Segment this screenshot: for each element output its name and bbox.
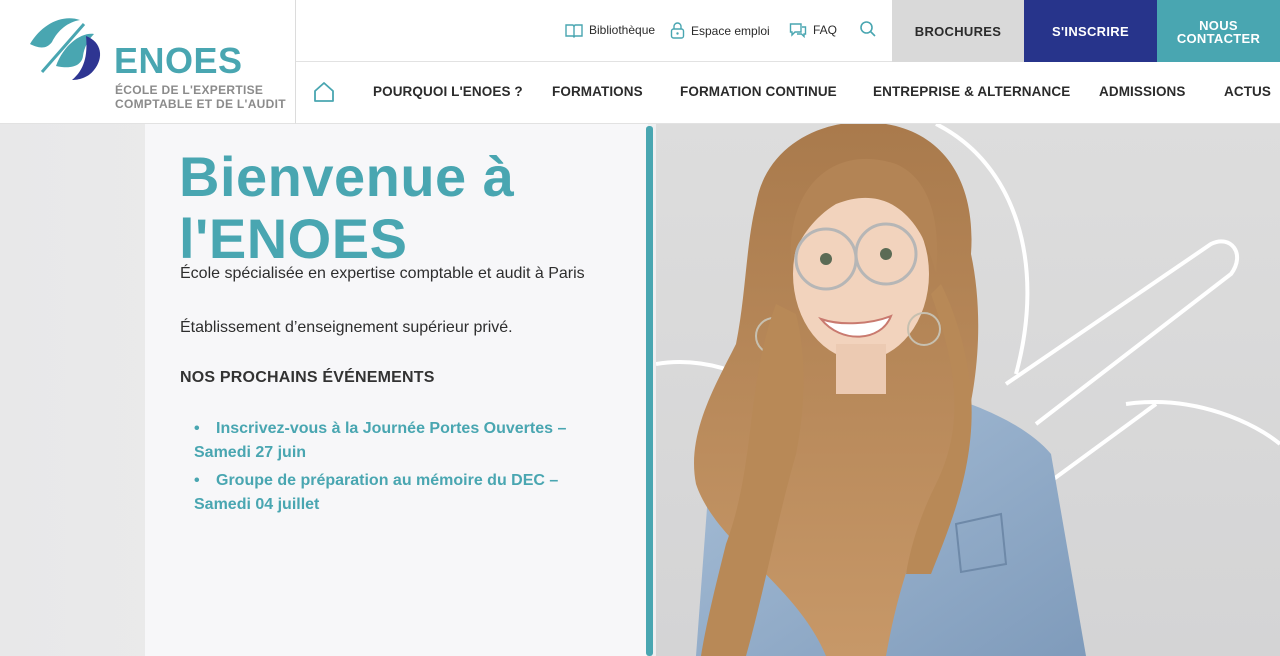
utility-bar: Bibliothèque Espace emploi FAQ BROCHURES… bbox=[296, 0, 1280, 62]
bullet-icon: • bbox=[194, 420, 200, 437]
sinscrire-button[interactable]: S'INSCRIRE bbox=[1024, 0, 1157, 62]
enoes-logo-mark bbox=[30, 18, 101, 80]
nav-actus[interactable]: ACTUS bbox=[1224, 84, 1271, 99]
event-link-portes-ouvertes[interactable]: • Inscrivez-vous à la Journée Portes Ouve… bbox=[194, 417, 604, 464]
hero-description: Établissement d’enseignement supérieur p… bbox=[180, 319, 513, 336]
chat-icon bbox=[789, 23, 807, 38]
logo-area[interactable]: ENOES ÉCOLE DE L'EXPERTISE COMPTABLE ET … bbox=[0, 0, 296, 124]
nav-formation-continue[interactable]: FORMATION CONTINUE bbox=[680, 84, 837, 99]
nav-entreprise-alternance[interactable]: ENTREPRISE & ALTERNANCE bbox=[873, 84, 1070, 99]
bullet-icon: • bbox=[194, 472, 200, 489]
student-portrait-image bbox=[656, 124, 1280, 656]
bibliotheque-label: Bibliothèque bbox=[589, 23, 656, 37]
nav-admissions[interactable]: ADMISSIONS bbox=[1099, 84, 1186, 99]
contact-button[interactable]: NOUS CONTACTER bbox=[1157, 0, 1280, 62]
contact-label-line2: CONTACTER bbox=[1176, 31, 1261, 46]
hero-subtitle: École spécialisée en expertise comptable… bbox=[180, 265, 585, 282]
events-list: • Inscrivez-vous à la Journée Portes Ouve… bbox=[194, 417, 604, 521]
hero-title: Bienvenue à l'ENOES bbox=[179, 145, 515, 270]
bibliotheque-link[interactable]: Bibliothèque bbox=[565, 22, 655, 38]
faq-link[interactable]: FAQ bbox=[789, 22, 837, 38]
main-nav: POURQUOI L'ENOES ? FORMATIONS FORMATION … bbox=[296, 62, 1280, 124]
lock-icon bbox=[670, 22, 685, 39]
home-icon bbox=[314, 82, 334, 102]
brand-tagline: ÉCOLE DE L'EXPERTISE COMPTABLE ET DE L'A… bbox=[115, 83, 286, 111]
espace-emploi-label: Espace emploi bbox=[691, 23, 770, 38]
search-button[interactable] bbox=[859, 20, 877, 43]
nav-formations[interactable]: FORMATIONS bbox=[552, 84, 643, 99]
events-heading: NOS PROCHAINS ÉVÉNEMENTS bbox=[180, 369, 435, 386]
book-icon bbox=[565, 24, 583, 38]
espace-emploi-link[interactable]: Espace emploi bbox=[670, 22, 770, 39]
event-link-memoire-dec[interactable]: • Groupe de préparation au mémoire du DEC… bbox=[194, 469, 604, 516]
brochures-button[interactable]: BROCHURES bbox=[892, 0, 1024, 62]
hero-photo bbox=[656, 124, 1280, 656]
hero-accent-bar bbox=[646, 126, 653, 656]
brand-name: ENOES bbox=[114, 40, 243, 81]
home-link[interactable] bbox=[313, 81, 335, 108]
nav-pourquoi[interactable]: POURQUOI L'ENOES ? bbox=[373, 84, 523, 99]
faq-label: FAQ bbox=[813, 23, 838, 37]
search-icon bbox=[860, 21, 876, 37]
